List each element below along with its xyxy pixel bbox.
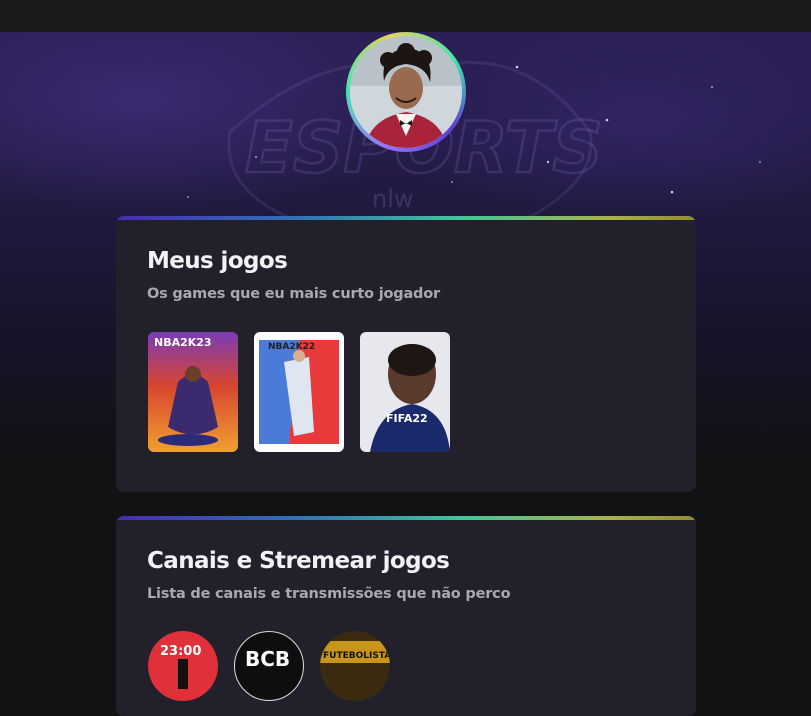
section-subtitle: Lista de canais e transmissões que não p… bbox=[147, 586, 511, 602]
cover-label: NBA2K23 bbox=[154, 336, 212, 349]
channels-card: Canais e Stremear jogos Lista de canais … bbox=[116, 516, 696, 716]
profile-photo-icon bbox=[350, 36, 462, 148]
section-title: Meus jogos bbox=[147, 248, 288, 274]
games-card: Meus jogos Os games que eu mais curto jo… bbox=[116, 216, 696, 492]
cover-label: NBA2K22 bbox=[268, 342, 315, 352]
avatar bbox=[346, 32, 466, 152]
section-title: Canais e Stremear jogos bbox=[147, 548, 450, 574]
logo-sub: nlw bbox=[372, 185, 414, 213]
channel-name: FUTEBOLISTA bbox=[323, 651, 390, 661]
game-cover-nba2k23[interactable]: NBA2K23 bbox=[148, 332, 238, 452]
channel-name: 23:00 bbox=[160, 644, 201, 659]
channel-avatar-futebolista[interactable]: FUTEBOLISTA bbox=[320, 631, 390, 701]
channel-name: BCB bbox=[245, 647, 290, 671]
section-subtitle: Os games que eu mais curto jogador bbox=[147, 286, 440, 302]
top-bar bbox=[0, 0, 811, 32]
channel-avatar-2300[interactable]: 23:00 bbox=[148, 631, 218, 701]
channel-avatar-bcb[interactable]: BCB bbox=[234, 631, 304, 701]
game-cover-fifa22[interactable]: FIFA22 bbox=[360, 332, 450, 452]
cover-label: FIFA22 bbox=[386, 412, 428, 425]
game-cover-nba2k22[interactable]: NBA2K22 bbox=[254, 332, 344, 452]
